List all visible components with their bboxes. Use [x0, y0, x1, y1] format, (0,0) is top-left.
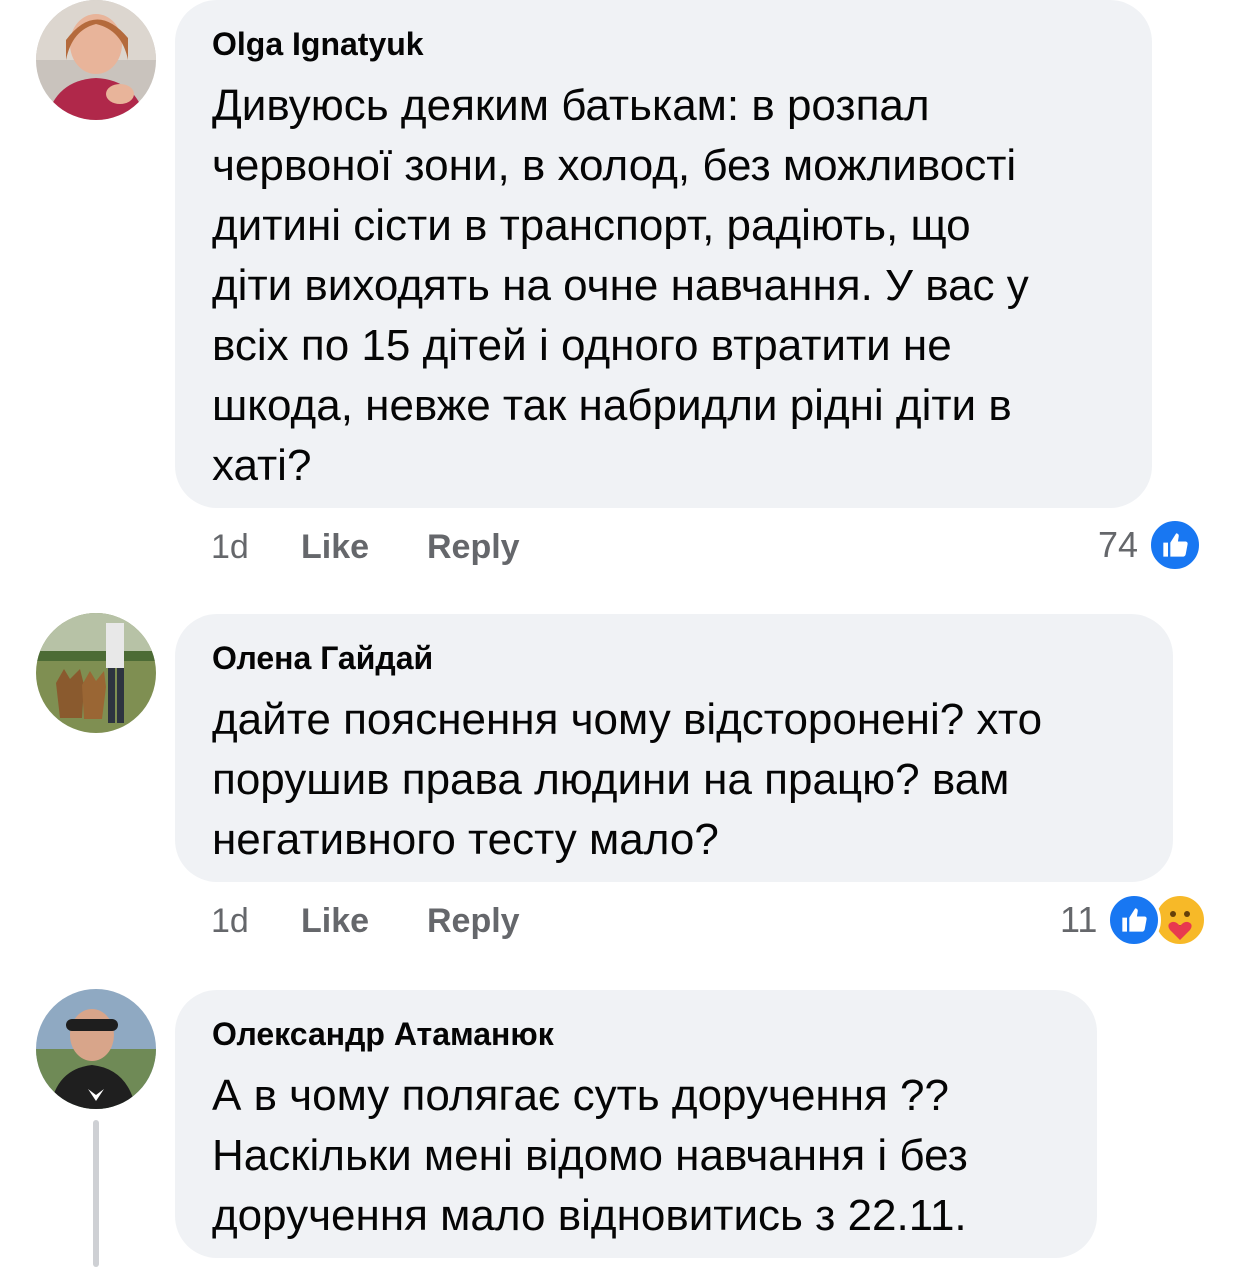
reaction-count: 74 [1098, 524, 1139, 565]
comment-actions: 1d Like Reply [211, 525, 520, 569]
like-icon [1107, 893, 1162, 947]
avatar[interactable] [36, 613, 156, 733]
comment-timestamp[interactable]: 1d [211, 902, 301, 941]
like-button[interactable]: Like [301, 902, 427, 941]
reaction-count: 11 [1060, 899, 1098, 940]
reply-button[interactable]: Reply [427, 528, 520, 567]
comment-actions: 1d Like Reply [211, 899, 520, 943]
comment-timestamp[interactable]: 1d [211, 528, 301, 567]
comment-author[interactable]: Олена Гайдай [212, 636, 1137, 680]
comment-author[interactable]: Olga Ignatyuk [212, 22, 1116, 66]
reactions-summary[interactable]: 11 [1060, 893, 1208, 947]
comment-text: дайте пояснення чому відсторонені? хто п… [212, 695, 1043, 864]
comment-bubble: Олена Гайдай дайте пояснення чому відсто… [175, 614, 1173, 882]
like-icon [1148, 518, 1203, 572]
comment-author[interactable]: Олександр Атаманюк [212, 1012, 1061, 1056]
comment-text: А в чому полягає суть доручення ?? Наскі… [212, 1071, 968, 1240]
comment-bubble: Олександр Атаманюк А в чому полягає суть… [175, 990, 1097, 1258]
avatar[interactable] [36, 0, 156, 120]
like-button[interactable]: Like [301, 528, 427, 567]
reactions-summary[interactable]: 74 [1098, 518, 1203, 572]
comment-bubble: Olga Ignatyuk Дивуюсь деяким батькам: в … [175, 0, 1152, 508]
avatar[interactable] [36, 989, 156, 1109]
reply-button[interactable]: Reply [427, 902, 520, 941]
comment-text: Дивуюсь деяким батькам: в розпал червоно… [212, 81, 1029, 490]
care-icon [1153, 893, 1208, 947]
thread-connector [93, 1120, 99, 1267]
